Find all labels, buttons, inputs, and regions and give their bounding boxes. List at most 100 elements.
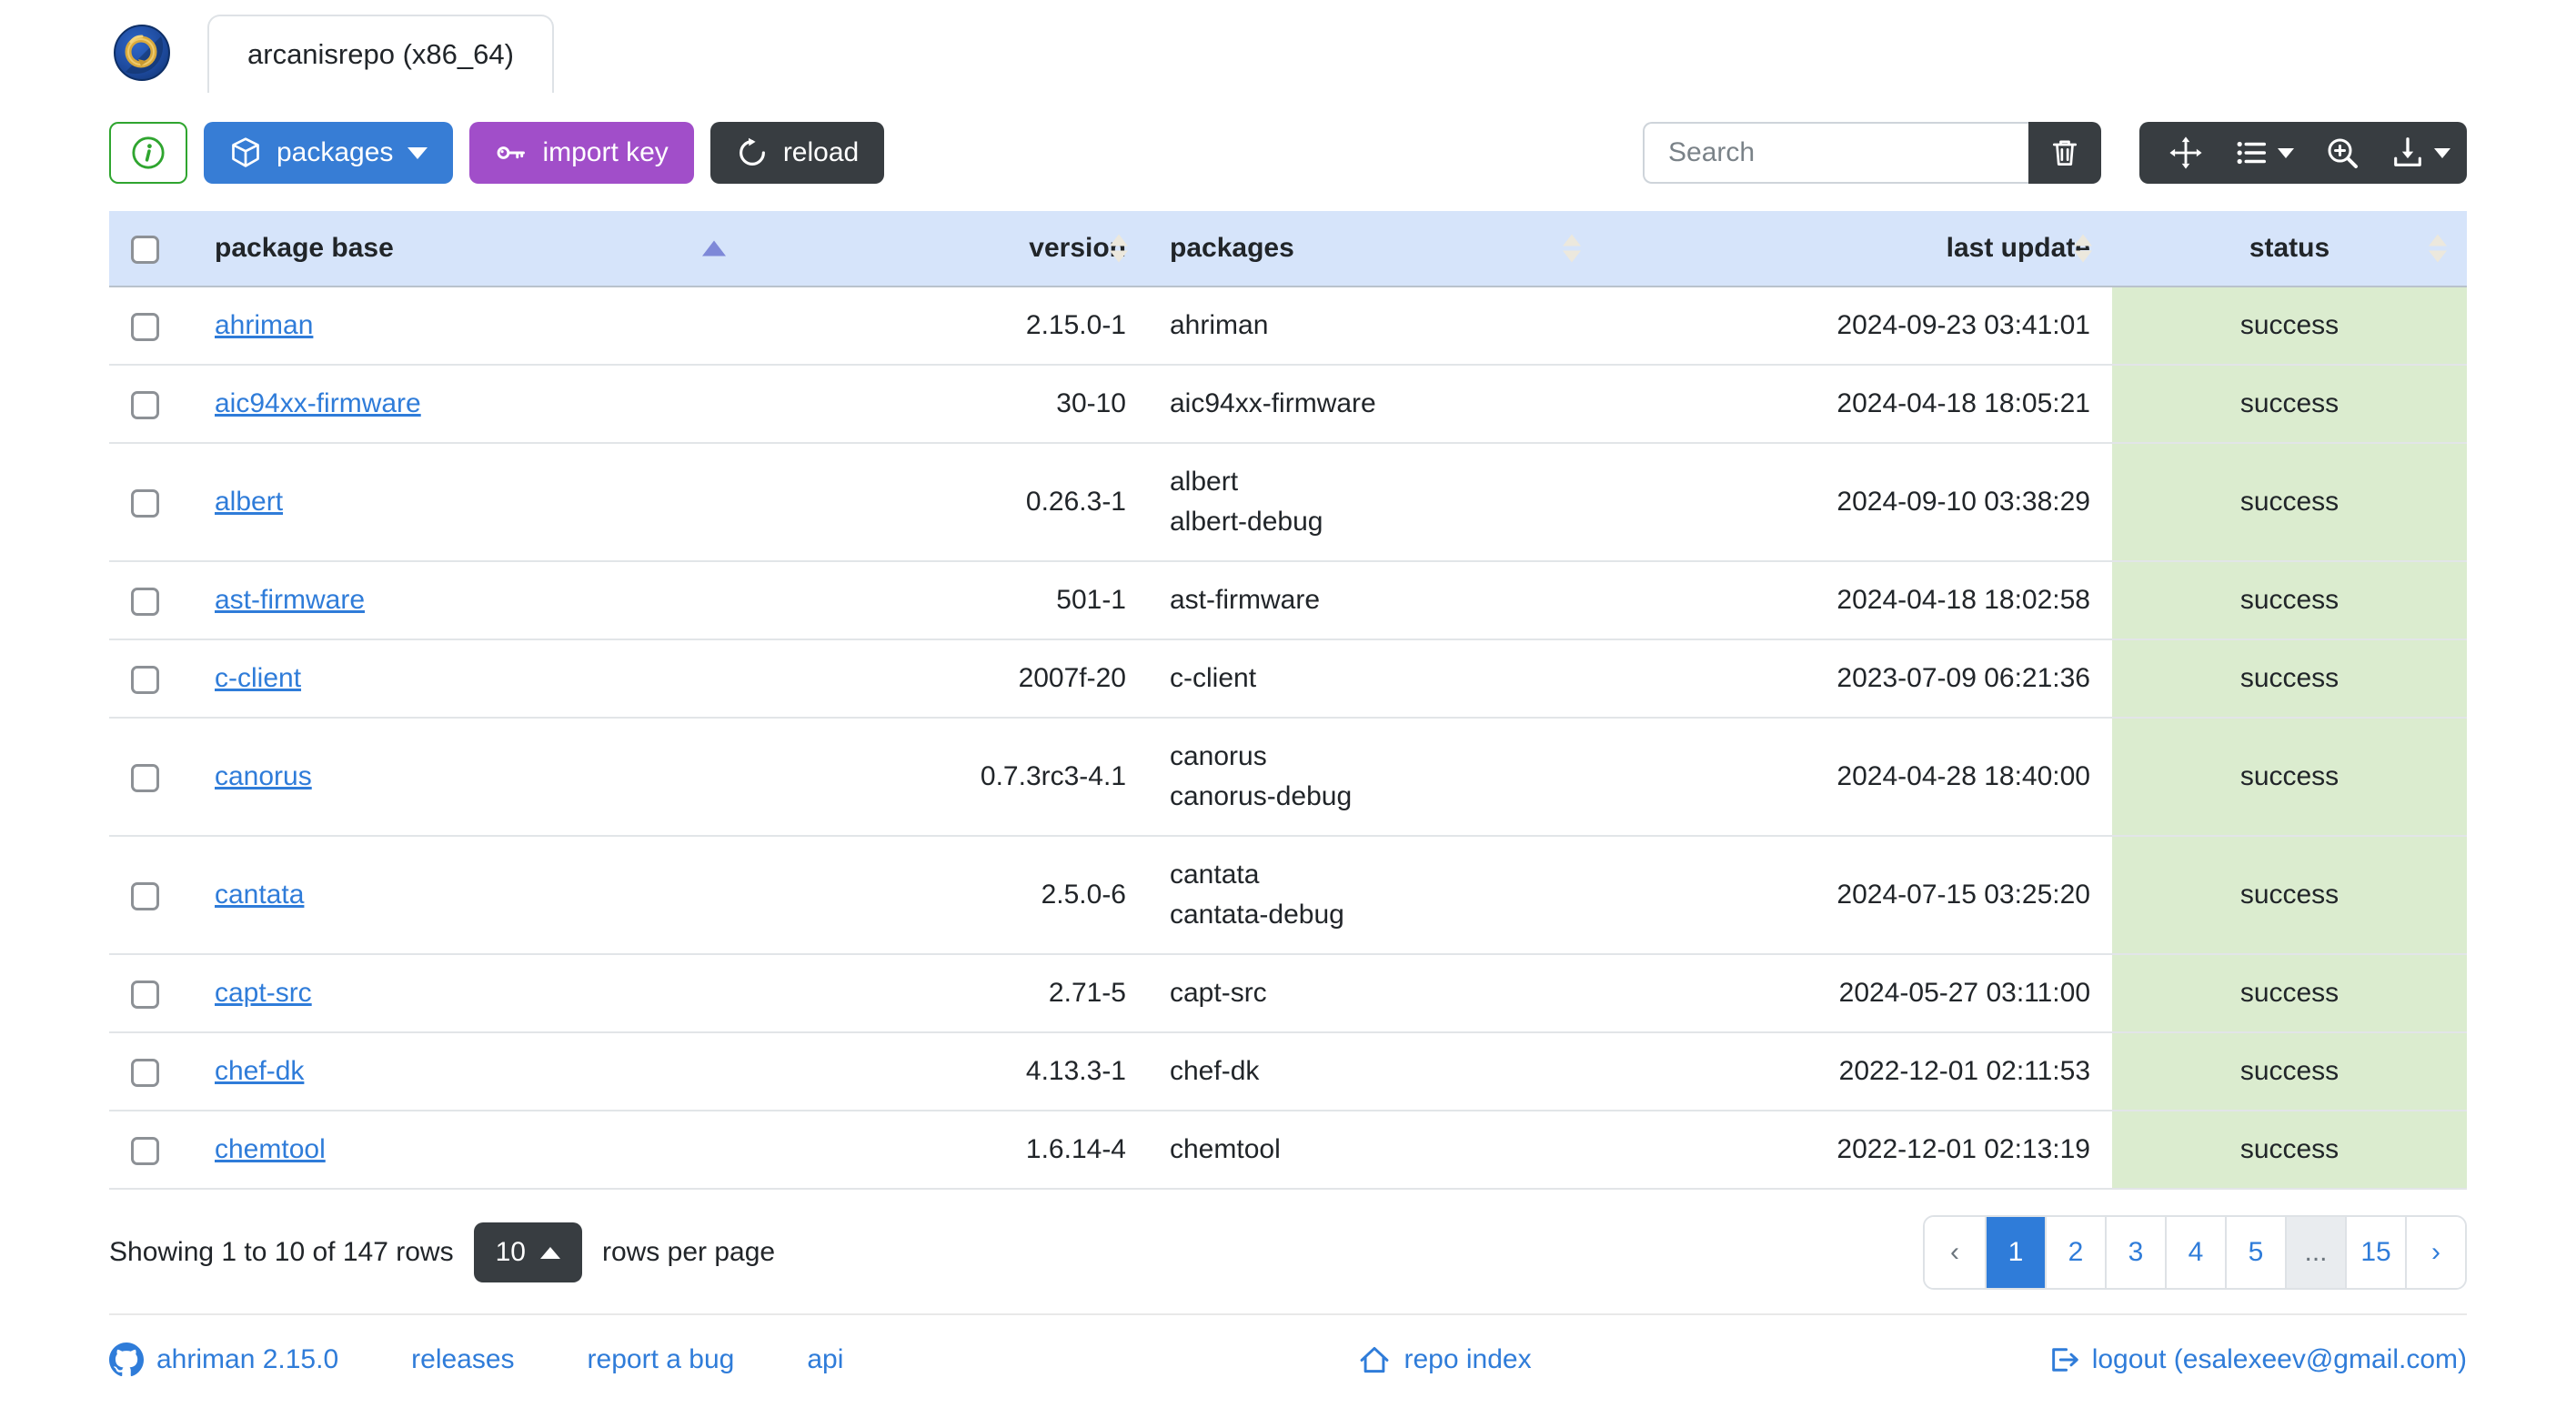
column-header-packages[interactable]: packages bbox=[1148, 211, 1601, 287]
version-cell: 0.26.3-1 bbox=[746, 443, 1148, 562]
table-pagination-bar: Showing 1 to 10 of 147 rows 10 rows per … bbox=[109, 1215, 2467, 1290]
caret-up-icon bbox=[539, 1246, 560, 1259]
column-header-package-base[interactable]: package base bbox=[193, 211, 746, 287]
last-update-cell: 2024-09-23 03:41:01 bbox=[1601, 287, 2112, 366]
fullscreen-button[interactable] bbox=[2147, 122, 2225, 184]
table-row: c-client 2007f-20 c-client 2023-07-09 06… bbox=[109, 639, 2467, 719]
toolbar: packages import key reload bbox=[109, 122, 2467, 184]
toolbar-actions: packages import key reload bbox=[109, 122, 885, 184]
package-base-link[interactable]: capt-src bbox=[215, 978, 312, 1008]
packages-cell: c-client bbox=[1148, 639, 1601, 719]
api-link[interactable]: api bbox=[807, 1344, 843, 1375]
last-update-cell: 2024-04-18 18:05:21 bbox=[1601, 365, 2112, 444]
reload-button[interactable]: reload bbox=[709, 122, 885, 184]
pagination-next[interactable]: › bbox=[2405, 1217, 2465, 1288]
logout-label: logout (esalexeev@gmail.com) bbox=[2091, 1344, 2467, 1374]
column-header-last-update[interactable]: last update bbox=[1601, 211, 2112, 287]
packages-cell: ast-firmware bbox=[1148, 561, 1601, 640]
table-header-row: package base version packages last updat… bbox=[109, 211, 2467, 287]
pagination-page-2[interactable]: 2 bbox=[2045, 1217, 2105, 1288]
package-base-link[interactable]: albert bbox=[215, 487, 283, 517]
package-base-link[interactable]: chef-dk bbox=[215, 1056, 304, 1086]
import-key-button[interactable]: import key bbox=[469, 122, 694, 184]
pagination-summary: Showing 1 to 10 of 147 rows bbox=[109, 1237, 454, 1267]
search-group bbox=[1643, 122, 2101, 184]
package-base-link[interactable]: ahriman bbox=[215, 310, 313, 340]
repo-index-link[interactable]: repo index bbox=[1358, 1343, 1532, 1376]
package-base-link[interactable]: canorus bbox=[215, 761, 312, 791]
row-checkbox[interactable] bbox=[131, 488, 159, 518]
repository-tab[interactable]: arcanisrepo (x86_64) bbox=[207, 15, 554, 93]
pagination-page-5[interactable]: 5 bbox=[2225, 1217, 2285, 1288]
row-checkbox[interactable] bbox=[131, 1058, 159, 1087]
status-badge: success bbox=[2112, 836, 2467, 955]
package-base-link[interactable]: cantata bbox=[215, 880, 304, 910]
version-cell: 2007f-20 bbox=[746, 639, 1148, 719]
table-row: canorus 0.7.3rc3-4.1 canorus canorus-debu… bbox=[109, 718, 2467, 837]
download-icon bbox=[2394, 137, 2421, 166]
package-base-link[interactable]: ast-firmware bbox=[215, 585, 365, 615]
table-row: cantata 2.5.0-6 cantata cantata-debug 202… bbox=[109, 836, 2467, 955]
packages-dropdown-button[interactable]: packages bbox=[204, 122, 454, 184]
status-badge: success bbox=[2112, 365, 2467, 444]
export-dropdown-button[interactable] bbox=[2381, 122, 2460, 184]
search-input[interactable] bbox=[1643, 122, 2028, 184]
row-checkbox[interactable] bbox=[131, 665, 159, 694]
ahriman-web-ui: arcanisrepo (x86_64) packages import key… bbox=[0, 0, 2576, 1428]
row-checkbox[interactable] bbox=[131, 763, 159, 792]
releases-link[interactable]: releases bbox=[411, 1344, 514, 1375]
row-checkbox[interactable] bbox=[131, 587, 159, 616]
table-toolbar-group bbox=[2139, 122, 2467, 184]
package-base-link[interactable]: aic94xx-firmware bbox=[215, 388, 421, 418]
row-checkbox[interactable] bbox=[131, 881, 159, 910]
clear-search-button[interactable] bbox=[2028, 122, 2101, 184]
report-bug-link[interactable]: report a bug bbox=[588, 1344, 735, 1375]
column-header-status[interactable]: status bbox=[2112, 211, 2467, 287]
pagination-page-3[interactable]: 3 bbox=[2105, 1217, 2165, 1288]
info-button[interactable] bbox=[109, 122, 187, 184]
repo-index-label: repo index bbox=[1404, 1344, 1532, 1374]
packages-cell: ahriman bbox=[1148, 287, 1601, 366]
row-checkbox[interactable] bbox=[131, 390, 159, 419]
status-badge: success bbox=[2112, 1032, 2467, 1111]
column-header-version[interactable]: version bbox=[746, 211, 1148, 287]
package-base-link[interactable]: c-client bbox=[215, 663, 301, 693]
column-label: packages bbox=[1170, 233, 1294, 263]
version-cell: 501-1 bbox=[746, 561, 1148, 640]
logout-link[interactable]: logout (esalexeev@gmail.com) bbox=[2047, 1343, 2467, 1376]
last-update-cell: 2024-04-18 18:02:58 bbox=[1601, 561, 2112, 640]
package-box-icon bbox=[232, 137, 259, 167]
pagination-prev[interactable]: ‹ bbox=[1925, 1217, 1985, 1288]
table-row: ahriman 2.15.0-1 ahriman 2024-09-23 03:4… bbox=[109, 287, 2467, 366]
sort-icon bbox=[2074, 234, 2092, 263]
row-checkbox[interactable] bbox=[131, 980, 159, 1009]
app-logo-icon bbox=[114, 25, 170, 81]
logout-icon bbox=[2051, 1348, 2078, 1372]
pagination-ellipsis[interactable]: ... bbox=[2285, 1217, 2345, 1288]
status-badge: success bbox=[2112, 561, 2467, 640]
package-base-link[interactable]: chemtool bbox=[215, 1134, 326, 1164]
github-version-link[interactable]: ahriman 2.15.0 bbox=[109, 1343, 338, 1377]
info-circle-icon bbox=[132, 136, 165, 169]
last-update-cell: 2022-12-01 02:11:53 bbox=[1601, 1032, 2112, 1111]
column-label: status bbox=[2249, 233, 2330, 263]
version-cell: 2.5.0-6 bbox=[746, 836, 1148, 955]
footer: ahriman 2.15.0 releases report a bug api… bbox=[109, 1343, 2467, 1377]
select-all-checkbox[interactable] bbox=[131, 235, 159, 264]
toolbar-table-controls bbox=[1643, 122, 2467, 184]
row-checkbox[interactable] bbox=[131, 1136, 159, 1165]
table-row: ast-firmware 501-1 ast-firmware 2024-04-… bbox=[109, 561, 2467, 640]
table-row: aic94xx-firmware 30-10 aic94xx-firmware … bbox=[109, 365, 2467, 444]
pagination-page-1[interactable]: 1 bbox=[1985, 1217, 2045, 1288]
toggle-detail-view-button[interactable] bbox=[2303, 122, 2381, 184]
version-cell: 0.7.3rc3-4.1 bbox=[746, 718, 1148, 837]
column-label: last update bbox=[1946, 233, 2090, 263]
row-checkbox[interactable] bbox=[131, 312, 159, 341]
reload-icon bbox=[739, 137, 765, 166]
table-row: capt-src 2.71-5 capt-src 2024-05-27 03:1… bbox=[109, 954, 2467, 1033]
packages-table: package base version packages last updat… bbox=[109, 211, 2467, 1190]
columns-dropdown-button[interactable] bbox=[2225, 122, 2303, 184]
page-size-dropdown[interactable]: 10 bbox=[473, 1222, 582, 1282]
pagination-page-4[interactable]: 4 bbox=[2165, 1217, 2225, 1288]
pagination-page-15[interactable]: 15 bbox=[2345, 1217, 2405, 1288]
